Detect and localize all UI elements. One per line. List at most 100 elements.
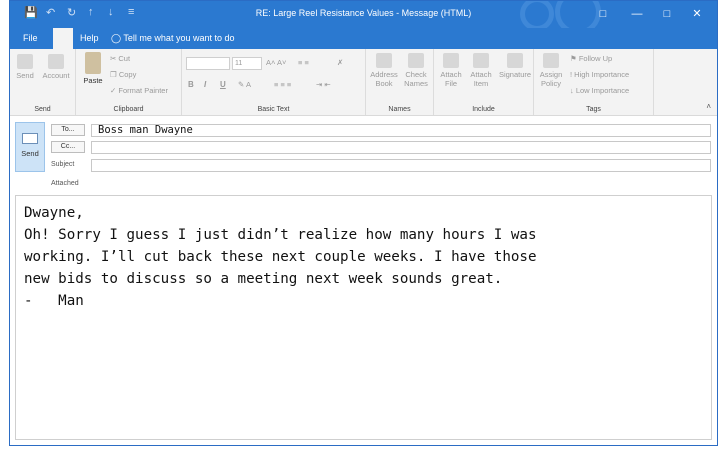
- tell-me-label: Tell me what you want to do: [123, 33, 235, 43]
- high-importance-label: High Importance: [574, 70, 630, 79]
- to-button[interactable]: To...: [51, 124, 85, 136]
- ribbon-group-tags: Assign Policy ⚑ Follow Up ! High Importa…: [534, 49, 654, 115]
- low-importance-label: Low Importance: [575, 86, 630, 95]
- send-button[interactable]: Send: [15, 122, 45, 172]
- clipboard-icon: [85, 52, 101, 74]
- send-ribbon-label: Send: [16, 71, 34, 80]
- cc-field[interactable]: [91, 141, 711, 154]
- maximize-icon[interactable]: □: [652, 5, 682, 23]
- attach-item-button[interactable]: Attach Item: [467, 53, 495, 88]
- ribbon-tab-row: File Help ◯ Tell me what you want to do: [10, 28, 717, 49]
- cc-button[interactable]: Cc...: [51, 141, 85, 153]
- tab-message-active[interactable]: [53, 28, 73, 49]
- group-label-basic-text: Basic Text: [257, 106, 290, 113]
- assign-policy-icon: [543, 53, 559, 68]
- signature-button[interactable]: Signature: [497, 53, 533, 79]
- cut-button[interactable]: ✂ Cut: [110, 54, 130, 63]
- attach-file-label-1: Attach: [440, 70, 462, 79]
- highlight-color-icon[interactable]: ✎ A: [238, 80, 251, 89]
- follow-up-label: Follow Up: [578, 54, 613, 63]
- underline-button[interactable]: U: [220, 80, 226, 89]
- paste-label: Paste: [83, 76, 103, 85]
- address-book-label-1: Address: [370, 70, 398, 79]
- copy-label: Copy: [118, 70, 137, 79]
- lightbulb-icon: ◯: [111, 33, 122, 43]
- title-bar: 💾 ↶ ↻ ↑ ↓ ≡ RE: Large Reel Resistance Va…: [10, 1, 717, 28]
- address-book-icon: [376, 53, 392, 68]
- tab-file[interactable]: File: [23, 28, 38, 49]
- italic-button[interactable]: I: [204, 80, 206, 89]
- attach-item-icon: [473, 53, 489, 68]
- group-label-send: Send: [34, 106, 51, 113]
- bold-button[interactable]: B: [188, 80, 194, 89]
- check-names-label-1: Check: [405, 70, 427, 79]
- cut-label: Cut: [118, 54, 131, 63]
- account-icon: [48, 54, 64, 69]
- clear-formatting-icon[interactable]: ✗: [337, 58, 343, 67]
- check-names-button[interactable]: Check Names: [401, 53, 431, 88]
- to-field[interactable]: Boss man Dwayne: [91, 124, 711, 137]
- send-envelope-icon: [22, 133, 38, 144]
- send-envelope-icon: [17, 54, 33, 69]
- body-line: Oh! Sorry I guess I just didn’t realize …: [24, 227, 537, 243]
- attached-label: Attached: [51, 180, 79, 187]
- copy-button[interactable]: ❐ Copy: [110, 70, 136, 79]
- paperclip-icon: [443, 53, 459, 68]
- tab-help[interactable]: Help: [80, 28, 99, 49]
- group-label-names: Names: [388, 106, 411, 113]
- high-importance-button[interactable]: ! High Importance: [570, 70, 629, 79]
- attach-item-label-2: Item: [473, 79, 489, 88]
- subject-field[interactable]: [91, 159, 711, 172]
- assign-policy-button[interactable]: Assign Policy: [537, 53, 565, 88]
- minimize-icon[interactable]: —: [622, 5, 652, 23]
- outlook-message-window: 💾 ↶ ↻ ↑ ↓ ≡ RE: Large Reel Resistance Va…: [9, 0, 718, 446]
- check-names-label-2: Names: [404, 79, 428, 88]
- account-label: Account: [42, 71, 70, 80]
- font-name-input[interactable]: [186, 57, 230, 70]
- body-line: working. I’ll cut back these next couple…: [24, 249, 537, 265]
- signature-icon: [507, 53, 523, 68]
- group-label-clipboard: Clipboard: [113, 106, 144, 113]
- format-painter-button[interactable]: ✓ Format Painter: [110, 86, 168, 95]
- signature-label: Signature: [498, 70, 532, 79]
- ribbon-group-clipboard: Paste ✂ Cut ❐ Copy ✓ Format Painter Clip…: [76, 49, 182, 115]
- paste-button[interactable]: Paste: [80, 52, 106, 85]
- grow-font-icon[interactable]: A˄ A˅: [266, 58, 286, 67]
- message-header: Send To... Boss man Dwayne Cc... Subject…: [10, 116, 717, 194]
- check-names-icon: [408, 53, 424, 68]
- address-book-button[interactable]: Address Book: [369, 53, 399, 88]
- ribbon-group-names: Address Book Check Names Names: [366, 49, 434, 115]
- font-size-input[interactable]: 11: [232, 57, 262, 70]
- close-icon[interactable]: ✕: [682, 5, 712, 23]
- tell-me-search[interactable]: ◯ Tell me what you want to do: [111, 28, 234, 49]
- assign-policy-label-1: Assign: [539, 70, 563, 79]
- send-ribbon-button[interactable]: Send: [14, 54, 36, 80]
- ribbon-group-include: Attach File Attach Item Signature Includ…: [434, 49, 534, 115]
- group-label-tags: Tags: [586, 106, 601, 113]
- account-button[interactable]: Account: [40, 54, 72, 80]
- ribbon-group-send: Send Account Send: [10, 49, 76, 115]
- body-line: new bids to discuss so a meeting next we…: [24, 271, 503, 287]
- body-line: - Man: [24, 293, 84, 309]
- assign-policy-label-2: Policy: [540, 79, 561, 88]
- subject-label: Subject: [51, 161, 75, 168]
- attach-file-button[interactable]: Attach File: [437, 53, 465, 88]
- format-painter-label: Format Painter: [118, 86, 168, 95]
- decorative-circle-icon: [520, 1, 554, 28]
- attach-file-label-2: File: [444, 79, 458, 88]
- address-book-label-2: Book: [375, 79, 393, 88]
- message-body[interactable]: Dwayne, Oh! Sorry I guess I just didn’t …: [15, 195, 712, 440]
- ribbon: Send Account Send Paste ✂ Cut ❐ Copy ✓ F…: [10, 49, 717, 116]
- ribbon-group-basic-text: 11 A˄ A˅ ≡ ≡ ✗ B I U ✎ A ≡ ≡ ≡ ⇥ ⇤ Basic…: [182, 49, 366, 115]
- low-importance-button[interactable]: ↓ Low Importance: [570, 86, 629, 95]
- align-left-icon[interactable]: ≡ ≡ ≡: [274, 80, 291, 89]
- follow-up-button[interactable]: ⚑ Follow Up: [570, 54, 612, 63]
- attach-item-label-1: Attach: [470, 70, 492, 79]
- group-label-include: Include: [472, 106, 495, 113]
- body-line: Dwayne,: [24, 205, 84, 221]
- indent-icon[interactable]: ⇥ ⇤: [316, 80, 331, 89]
- collapse-ribbon-icon[interactable]: ˄: [706, 102, 711, 111]
- send-button-label: Send: [21, 149, 39, 158]
- bullets-icon[interactable]: ≡ ≡: [298, 58, 309, 67]
- ribbon-display-options-icon[interactable]: □: [588, 5, 618, 23]
